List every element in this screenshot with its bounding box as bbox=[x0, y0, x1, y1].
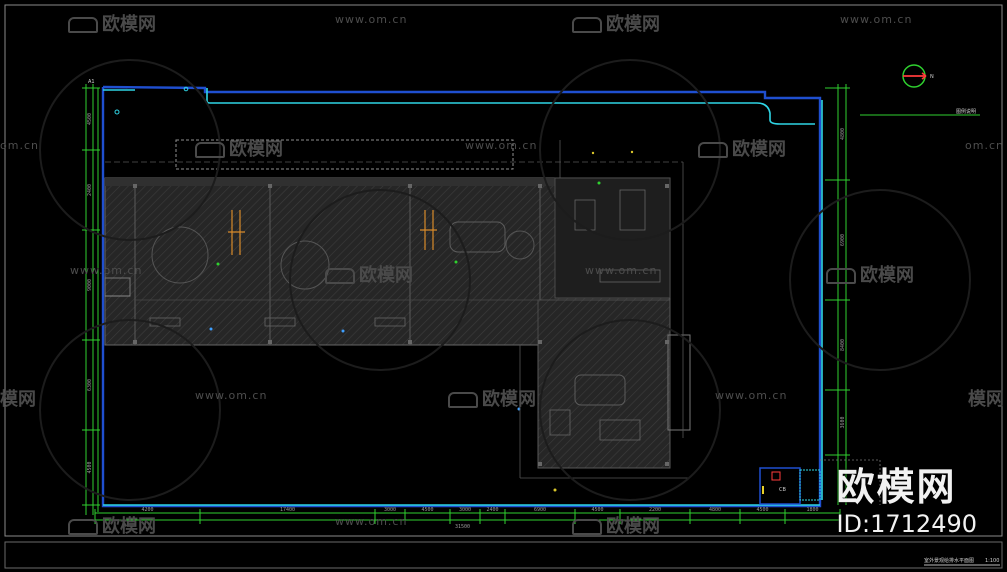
brand-name: 欧模网 bbox=[836, 465, 957, 509]
north-arrow-icon bbox=[902, 64, 927, 88]
brand-overlay: 欧模网 ID:1712490 bbox=[836, 466, 977, 538]
dimension-label: 17400 bbox=[280, 507, 295, 513]
building-footprint bbox=[104, 177, 691, 469]
dimension-label: 6900 bbox=[840, 234, 846, 246]
cad-drawing-canvas: N 图例说明 CB A1 室外景观给排水平面图 1:100 4200 17400 3… bbox=[0, 0, 1007, 572]
right-dimension-lines bbox=[825, 84, 850, 505]
right-dimension-texts: 4800 6900 8400 3600 bbox=[840, 128, 846, 429]
dimension-label: 4200 bbox=[141, 507, 153, 513]
dimension-label: 6300 bbox=[87, 379, 93, 391]
bottom-total-dimension: 31500 bbox=[455, 524, 470, 530]
dimension-label: 2400 bbox=[486, 507, 498, 513]
dimension-label: 4500 bbox=[421, 507, 433, 513]
dimension-label: 4800 bbox=[840, 128, 846, 140]
dimension-label: 8400 bbox=[840, 339, 846, 351]
left-dimension-lines bbox=[82, 84, 100, 515]
dimension-label: 3600 bbox=[840, 416, 846, 428]
drawing-title: 室外景观给排水平面图 bbox=[924, 557, 974, 564]
dimension-label: 4800 bbox=[709, 507, 721, 513]
canopy-outline bbox=[175, 139, 514, 170]
dimension-label: 1800 bbox=[806, 507, 818, 513]
dimension-label: 4500 bbox=[87, 113, 93, 125]
corner-tag: A1 bbox=[88, 79, 95, 85]
dimension-label: 2200 bbox=[649, 507, 661, 513]
inspection-well bbox=[114, 109, 120, 115]
legend-note: 图例说明 bbox=[956, 108, 976, 115]
dimension-label: 2400 bbox=[87, 184, 93, 196]
dimension-label: 6900 bbox=[534, 507, 546, 513]
north-label: N bbox=[930, 74, 934, 80]
dimension-label: 4500 bbox=[87, 461, 93, 473]
brand-id: ID:1712490 bbox=[836, 510, 977, 538]
left-dimension-texts: 4500 2400 9000 6300 4500 bbox=[87, 113, 93, 474]
dimension-label: 9000 bbox=[87, 279, 93, 291]
room-tag: CB bbox=[779, 487, 786, 493]
drawing-scale: 1:100 bbox=[985, 558, 999, 564]
title-strip bbox=[4, 541, 1003, 569]
dimension-label: 4500 bbox=[591, 507, 603, 513]
dimension-label: 3000 bbox=[459, 507, 471, 513]
dimension-label: 3000 bbox=[384, 507, 396, 513]
dimension-label: 4500 bbox=[756, 507, 768, 513]
